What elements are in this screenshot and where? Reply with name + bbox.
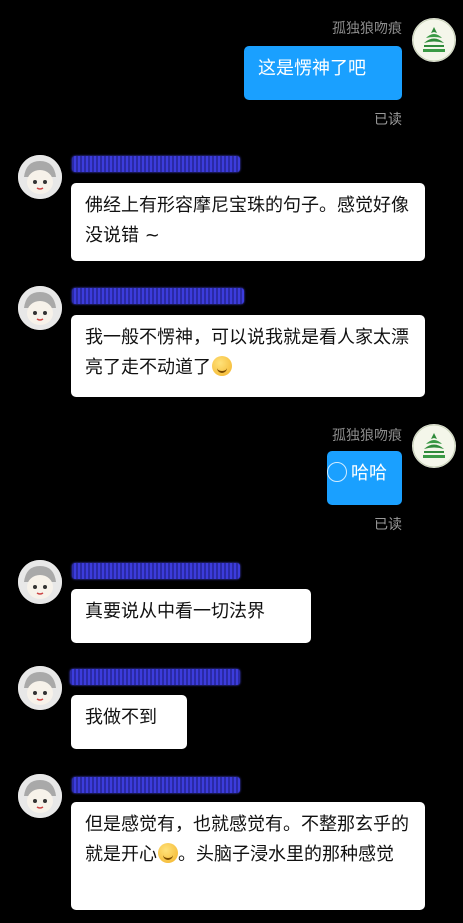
sender-name-redacted <box>72 288 244 304</box>
read-status: 已读 <box>374 112 402 128</box>
message-bubble-incoming[interactable]: 真要说从中看一切法界 <box>71 589 311 643</box>
message-text: 真要说从中看一切法界 <box>85 601 265 622</box>
lotus-logo-icon <box>412 424 456 468</box>
message-text: 我一般不愣神，可以说我就是看人家太漂亮了走不动道了 <box>85 327 409 378</box>
sender-name-redacted <box>70 669 240 685</box>
message-bubble-incoming[interactable]: 但是感觉有，也就感觉有。不整那玄乎的就是开心 。头脑子浸水里的那种感觉 <box>71 802 425 910</box>
cartoon-face-icon <box>18 560 62 604</box>
sender-name-me: 孤独狼吻痕 <box>332 428 402 444</box>
message-bubble-outgoing[interactable]: 哈哈 <box>327 451 402 505</box>
message-text: 。头脑子浸水里的那种感觉 <box>178 844 394 865</box>
sender-name-redacted <box>72 777 240 793</box>
sender-name-redacted <box>72 156 240 172</box>
message-bubble-incoming[interactable]: 我一般不愣神，可以说我就是看人家太漂亮了走不动道了 <box>71 315 425 397</box>
my-avatar[interactable] <box>412 18 456 62</box>
message-text: 哈哈 <box>351 463 387 484</box>
cartoon-face-icon <box>18 155 62 199</box>
message-text: 我做不到 <box>85 707 157 728</box>
loading-ring-icon <box>327 462 347 482</box>
contact-avatar[interactable] <box>18 560 62 604</box>
message-bubble-outgoing[interactable]: 这是愣神了吧 <box>244 46 402 100</box>
cartoon-face-icon <box>18 666 62 710</box>
contact-avatar[interactable] <box>18 666 62 710</box>
contact-avatar[interactable] <box>18 286 62 330</box>
sender-name-redacted <box>72 563 240 579</box>
grinning-face-emoji <box>158 843 178 863</box>
cartoon-face-icon <box>18 774 62 818</box>
message-text: 佛经上有形容摩尼宝珠的句子。感觉好像没说错 ~ <box>85 195 409 246</box>
sender-name-me: 孤独狼吻痕 <box>332 21 402 37</box>
message-text: 这是愣神了吧 <box>258 58 366 79</box>
message-bubble-incoming[interactable]: 佛经上有形容摩尼宝珠的句子。感觉好像没说错 ~ <box>71 183 425 261</box>
message-bubble-incoming[interactable]: 我做不到 <box>71 695 187 749</box>
lotus-logo-icon <box>412 18 456 62</box>
dizzy-face-emoji <box>212 356 232 376</box>
contact-avatar[interactable] <box>18 155 62 199</box>
my-avatar[interactable] <box>412 424 456 468</box>
read-status: 已读 <box>374 517 402 533</box>
contact-avatar[interactable] <box>18 774 62 818</box>
cartoon-face-icon <box>18 286 62 330</box>
